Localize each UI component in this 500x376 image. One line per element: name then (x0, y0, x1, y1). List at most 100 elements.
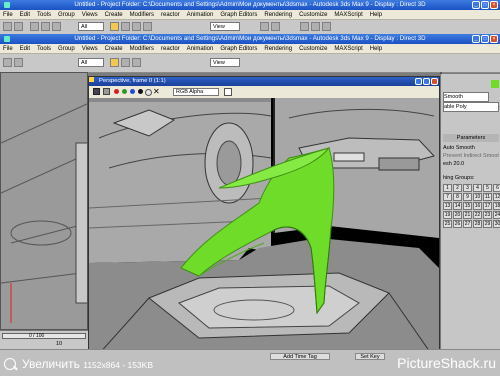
smoothing-group-button[interactable]: 29 (483, 220, 492, 228)
scale-icon[interactable] (143, 22, 152, 31)
menu-group[interactable]: Group (58, 12, 75, 18)
smoothing-group-button[interactable]: 24 (493, 211, 500, 219)
select-icon[interactable] (110, 22, 119, 31)
copy-icon[interactable] (103, 88, 110, 95)
modifier-list[interactable]: Smooth (443, 92, 489, 102)
auto-smooth-checkbox[interactable]: Auto Smooth (443, 144, 499, 152)
minimize-icon[interactable]: _ (472, 1, 480, 9)
red-channel-icon[interactable] (114, 89, 119, 94)
smoothing-group-button[interactable]: 8 (453, 193, 462, 201)
channel-dropdown[interactable]: RGB Alpha (173, 88, 219, 96)
menu-file[interactable]: File (3, 12, 13, 18)
frame-minimize-icon[interactable] (415, 78, 422, 85)
align-icon[interactable] (271, 22, 280, 31)
menu-group-2[interactable]: Group (58, 46, 75, 52)
smoothing-group-button[interactable]: 1 (443, 184, 452, 192)
smoothing-group-button[interactable]: 7 (443, 193, 452, 201)
maximize-icon[interactable]: □ (481, 1, 489, 9)
menu-reactor[interactable]: reactor (161, 12, 180, 18)
bind-icon[interactable] (52, 22, 61, 31)
smoothing-group-button[interactable]: 25 (443, 220, 452, 228)
mono-icon[interactable] (145, 89, 152, 96)
link-icon[interactable] (30, 22, 39, 31)
selection-filter[interactable]: All (78, 22, 104, 31)
unlink-icon[interactable] (41, 22, 50, 31)
redo-icon-2[interactable] (14, 58, 23, 67)
menu-edit-2[interactable]: Edit (20, 46, 30, 52)
timeline[interactable]: 0 / 100 10 (0, 330, 88, 350)
menu-modifiers-2[interactable]: Modifiers (130, 46, 154, 52)
mirror-icon[interactable] (260, 22, 269, 31)
menu-maxscript-2[interactable]: MAXScript (334, 46, 362, 52)
menu-customize-2[interactable]: Customize (299, 46, 327, 52)
render-icon[interactable] (311, 22, 320, 31)
menu-modifiers[interactable]: Modifiers (130, 12, 154, 18)
reference-coord-dropdown-2[interactable]: View (210, 58, 240, 67)
smoothing-group-button[interactable]: 14 (453, 202, 462, 210)
smoothing-group-button[interactable]: 3 (463, 184, 472, 192)
menu-file-2[interactable]: File (3, 46, 13, 52)
smoothing-group-button[interactable]: 20 (453, 211, 462, 219)
smoothing-group-button[interactable]: 9 (463, 193, 472, 201)
undo-icon[interactable] (3, 22, 12, 31)
smoothing-group-button[interactable]: 30 (493, 220, 500, 228)
object-color-swatch[interactable] (491, 80, 499, 88)
save-icon[interactable] (93, 88, 100, 95)
menu-rendering-2[interactable]: Rendering (264, 46, 292, 52)
rotate-icon-2[interactable] (132, 58, 141, 67)
smoothing-group-button[interactable]: 6 (493, 184, 500, 192)
green-channel-icon[interactable] (122, 89, 127, 94)
modifier-stack-item[interactable]: able Poly (443, 102, 499, 112)
redo-icon[interactable] (14, 22, 23, 31)
menu-views[interactable]: Views (82, 12, 98, 18)
menu-reactor-2[interactable]: reactor (161, 46, 180, 52)
smoothing-group-button[interactable]: 11 (483, 193, 492, 201)
enlarge-link[interactable]: Увеличить 1152x864 - 153KB (22, 357, 153, 371)
menu-tools-2[interactable]: Tools (37, 46, 51, 52)
clear-icon[interactable]: ✕ (153, 87, 160, 96)
menu-graph-editors[interactable]: Graph Editors (220, 12, 257, 18)
menu-customize[interactable]: Customize (299, 12, 327, 18)
parameters-rollout[interactable]: Parameters (443, 134, 499, 142)
time-slider[interactable]: 0 / 100 (2, 333, 86, 339)
menu-animation-2[interactable]: Animation (187, 46, 214, 52)
menu-tools[interactable]: Tools (37, 12, 51, 18)
smoothing-group-button[interactable]: 5 (483, 184, 492, 192)
move-icon[interactable] (121, 22, 130, 31)
rotate-icon[interactable] (132, 22, 141, 31)
smoothing-group-button[interactable]: 4 (473, 184, 482, 192)
smoothing-group-button[interactable]: 19 (443, 211, 452, 219)
menu-graph-editors-2[interactable]: Graph Editors (220, 46, 257, 52)
smoothing-group-button[interactable]: 17 (483, 202, 492, 210)
select-icon-2[interactable] (110, 58, 119, 67)
selection-filter-2[interactable]: All (78, 58, 104, 67)
viewport-left[interactable] (0, 72, 88, 330)
menu-maxscript[interactable]: MAXScript (334, 12, 362, 18)
menu-help[interactable]: Help (370, 12, 382, 18)
color-swatch[interactable] (224, 88, 232, 96)
smoothing-group-button[interactable]: 21 (463, 211, 472, 219)
quick-render-icon[interactable] (322, 22, 331, 31)
blue-channel-icon[interactable] (130, 89, 135, 94)
smoothing-group-button[interactable]: 28 (473, 220, 482, 228)
menu-views-2[interactable]: Views (82, 46, 98, 52)
smoothing-group-button[interactable]: 10 (473, 193, 482, 201)
smoothing-group-button[interactable]: 26 (453, 220, 462, 228)
smoothing-group-button[interactable]: 22 (473, 211, 482, 219)
smoothing-group-button[interactable]: 16 (473, 202, 482, 210)
smoothing-group-button[interactable]: 18 (493, 202, 500, 210)
smoothing-group-button[interactable]: 13 (443, 202, 452, 210)
frame-close-icon[interactable] (431, 78, 438, 85)
undo-icon-2[interactable] (3, 58, 12, 67)
menu-create-2[interactable]: Create (105, 46, 123, 52)
smoothing-group-button[interactable]: 23 (483, 211, 492, 219)
prevent-indirect-checkbox[interactable]: Prevent Indirect Smoothing (443, 152, 499, 160)
smoothing-group-button[interactable]: 27 (463, 220, 472, 228)
close-icon-2[interactable]: × (490, 35, 498, 43)
move-icon-2[interactable] (121, 58, 130, 67)
frame-maximize-icon[interactable] (423, 78, 430, 85)
menu-animation[interactable]: Animation (187, 12, 214, 18)
smoothing-group-button[interactable]: 15 (463, 202, 472, 210)
maximize-icon-2[interactable]: □ (481, 35, 489, 43)
smoothing-group-button[interactable]: 2 (453, 184, 462, 192)
